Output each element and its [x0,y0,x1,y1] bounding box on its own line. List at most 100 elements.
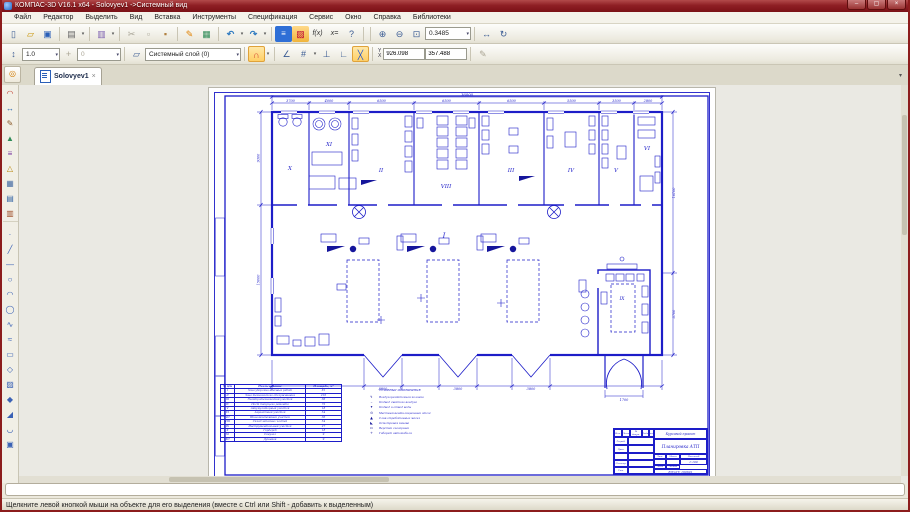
redo-icon[interactable]: ↷ [245,26,262,42]
refresh-view-icon[interactable]: ↻ [495,26,512,42]
drawing-canvas[interactable]: 3700 4000 6500 6500 6500 5500 3500 2800 … [19,85,908,483]
zoom-out-icon[interactable]: ⊖ [391,26,408,42]
tool-offset-icon[interactable]: ≈ [3,332,18,347]
panel-designations-icon[interactable]: ✎ [3,116,18,131]
drawing-sheet[interactable]: 3700 4000 6500 6500 6500 5500 3500 2800 … [209,88,715,483]
context-help-icon[interactable]: ? [343,26,360,42]
menu-item[interactable]: Окно [339,14,367,21]
tb-project: Курсовой проект [654,429,707,439]
tool-fill-icon[interactable]: ◆ [3,392,18,407]
local-cs-icon[interactable]: ⊥ [318,46,335,62]
title-block[interactable]: Изм. Лист № докум. Подп. Дата Разраб. Пр… [613,428,708,475]
menu-item[interactable]: Редактор [37,14,79,21]
menu-item[interactable]: Вид [124,14,149,21]
tool-ellipse-icon[interactable]: ◯ [3,302,18,317]
current-layer-combo[interactable]: Системный слой (0) [145,48,241,61]
legend[interactable]: Условные обозначения ↯ Воздухораздаточна… [367,388,485,437]
vertical-scrollbar[interactable] [901,85,908,476]
tool-arc-icon[interactable]: ◠ [3,287,18,302]
print-icon[interactable]: ▤ [63,26,80,42]
zoom-area-icon[interactable]: ⊡ [408,26,425,42]
tab-list-icon[interactable]: ▾ [899,72,902,79]
table-row: VII Шиномонтажный участок 36 [221,415,341,419]
undo-icon[interactable]: ↶ [222,26,239,42]
panel-editing-icon[interactable]: ▲ [3,131,18,146]
vertical-scrollbar-thumb[interactable] [902,115,907,235]
menu-item[interactable]: Сервис [303,14,339,21]
save-icon[interactable]: ▣ [39,26,56,42]
menu-item[interactable]: Вставка [148,14,186,21]
menu-item[interactable]: Справка [367,14,406,21]
close-button[interactable]: × [887,0,906,10]
restore-button[interactable]: ▢ [867,0,886,10]
coord-x-field[interactable] [383,48,425,60]
panel-dimensions-icon[interactable]: ↔ [3,101,18,116]
horizontal-scrollbar[interactable] [19,476,901,483]
copy-properties-icon[interactable]: ✎ [181,26,198,42]
cut-icon[interactable]: ✂ [123,26,140,42]
tool-point-icon[interactable]: · [3,227,18,242]
table-row: XII Душевая 9 [221,437,341,441]
layers-icon[interactable]: ▱ [128,46,145,62]
room-schedule-table[interactable]: № п/п Наименование Площадь, м² I Зона уб… [220,384,342,442]
print-dropdown-icon[interactable]: ▾ [80,31,86,37]
tool-polygon-icon[interactable]: ◇ [3,362,18,377]
parallel-mode-icon[interactable]: ∠ [278,46,295,62]
preview-icon[interactable]: ▥ [93,26,110,42]
preview-dropdown-icon[interactable]: ▾ [110,31,116,37]
svg-text:6500: 6500 [377,99,386,103]
copy-icon[interactable]: ▫ [140,26,157,42]
menu-item[interactable]: Спецификация [242,14,303,21]
menu-item[interactable]: Выделить [79,14,123,21]
current-scale-icon[interactable]: ↕ [5,46,22,62]
ortho-mode-icon[interactable]: ∟ [335,46,352,62]
tool-circle-icon[interactable]: ○ [3,272,18,287]
magnet-icon[interactable]: ∩ [248,46,265,62]
pan-icon[interactable]: ↔ [478,26,495,42]
paste-icon[interactable]: ▪ [157,26,174,42]
panel-specification-icon[interactable]: ▤ [3,191,18,206]
open-icon[interactable]: ▱ [22,26,39,42]
tool-fillet-icon[interactable]: ◡ [3,422,18,437]
magnet-dropdown-icon[interactable]: ▾ [265,51,271,57]
grid-icon[interactable]: # [295,46,312,62]
current-scale-combo[interactable]: 1.0 [22,48,60,61]
menu-item[interactable]: Файл [8,14,37,21]
tool-aux-line-icon[interactable]: ╱ [3,242,18,257]
menu-item[interactable]: Библиотеки [407,14,457,21]
tool-collect-icon[interactable]: ▣ [3,437,18,452]
style-pen-icon[interactable]: ✎ [474,46,491,62]
panel-selection-icon[interactable]: ▦ [3,176,18,191]
new-icon[interactable]: ▯ [5,26,22,42]
redo-dropdown-icon[interactable]: ▾ [262,31,268,37]
panel-geometry-icon[interactable]: ◠ [3,86,18,101]
tool-rectangle-icon[interactable]: ▭ [3,347,18,362]
layer-number-combo[interactable]: 0 [77,48,121,61]
property-bar [5,483,905,496]
panel-reports-icon[interactable]: ▥ [3,206,18,222]
add-layer-icon[interactable]: + [60,46,77,62]
zoom-in-icon[interactable]: ⊕ [374,26,391,42]
snap-toggle-icon[interactable]: ╳ [352,46,369,62]
tool-chamfer-icon[interactable]: ◢ [3,407,18,422]
horizontal-scrollbar-thumb[interactable] [169,477,389,482]
panel-parameterization-icon[interactable]: ≡ [3,146,18,161]
insert-table-icon[interactable]: ▦ [198,26,215,42]
coord-y-field[interactable] [425,48,467,60]
menu-item[interactable]: Инструменты [186,14,242,21]
panel-measure-icon[interactable]: △ [3,161,18,176]
table-row: I Зона уборочно-моечных работ 81 [221,388,341,392]
zoom-level-combo[interactable]: 0.3485 [425,27,471,40]
library-manager-icon[interactable]: ▨ [292,26,309,42]
variables-icon[interactable]: x= [326,26,343,42]
tab-close-icon[interactable]: × [92,73,96,80]
search-documents-icon[interactable]: ◎ [4,66,21,83]
specification-icon[interactable]: ≡ [275,26,292,42]
document-tab[interactable]: Solovyev1 × [34,67,102,85]
tool-spline-icon[interactable]: ∿ [3,317,18,332]
svg-text:16100: 16100 [672,187,676,199]
tool-segment-icon[interactable]: — [3,257,18,272]
minimize-button[interactable]: – [847,0,866,10]
fx-variables-icon[interactable]: f(x) [309,26,326,42]
tool-hatch-icon[interactable]: ▨ [3,377,18,392]
